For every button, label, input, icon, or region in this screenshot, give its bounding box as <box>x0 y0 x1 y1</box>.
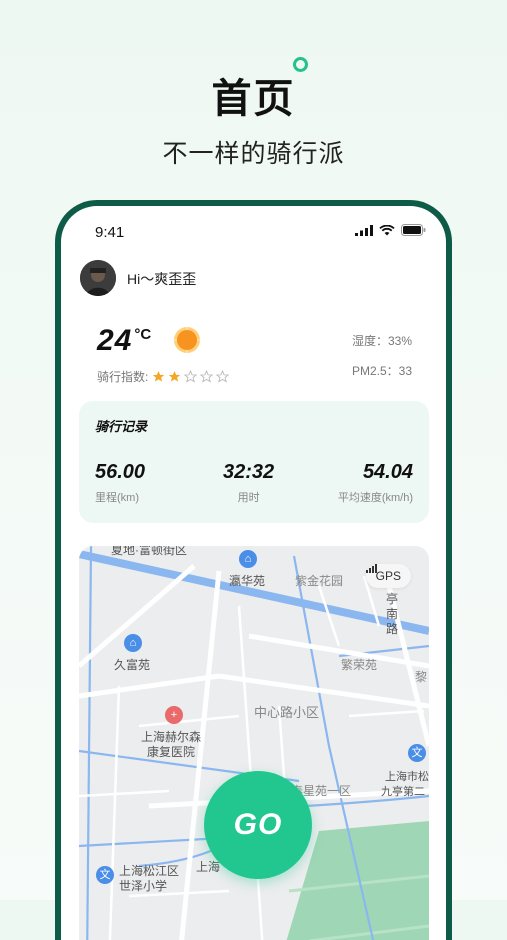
star-empty-icon <box>184 370 198 383</box>
avatar-photo-icon <box>80 260 116 296</box>
go-button[interactable]: GO <box>204 771 312 879</box>
map-label-li: 黎 <box>415 670 428 684</box>
stat-duration: 32:32 用时 <box>223 461 274 505</box>
map-poi-home-icon-2: ⌂ <box>124 634 142 652</box>
stat-distance-label: 里程(km) <box>95 492 139 504</box>
sun-icon <box>174 327 200 353</box>
temperature-value: 24 <box>97 324 133 357</box>
hero-subtitle: 不一样的骑行派 <box>162 140 345 168</box>
map-label-zijinhuayuan: 紫金花园 <box>295 574 344 588</box>
map-label-shanghaishi-2: 九亭第二 <box>381 786 425 798</box>
map-label-top: 夏地·富顿街区 <box>111 546 187 557</box>
map-label-fanrongyuan: 繁荣苑 <box>341 658 378 672</box>
temperature-display: 24 °C <box>97 324 151 358</box>
star-filled-icon <box>153 371 165 382</box>
stat-duration-label: 用时 <box>237 492 260 504</box>
battery-icon <box>401 224 426 236</box>
stat-duration-value: 32:32 <box>223 461 275 483</box>
ride-record-title: 骑行记录 <box>95 419 148 434</box>
map-poi-hospital-icon: + <box>165 706 183 724</box>
stat-avg-speed-value: 54.04 <box>362 461 413 483</box>
stat-avg-speed: 54.04 平均速度(km/h) <box>338 461 413 505</box>
map-poi-school-icon-2: 文 <box>96 866 114 884</box>
status-time: 9:41 <box>95 224 125 241</box>
ride-index-stars <box>152 370 230 383</box>
gps-badge[interactable]: GPS <box>365 564 411 588</box>
star-empty-icon <box>200 370 214 383</box>
avatar[interactable] <box>80 260 116 296</box>
user-greeting: Hi～爽歪歪 <box>127 271 197 287</box>
map-label-zhongxin: 中心路小区 <box>254 705 320 720</box>
map-label-shize: 世泽小学 <box>119 879 168 893</box>
star-filled-icon <box>169 371 181 382</box>
hero-dot-decoration <box>293 57 308 72</box>
status-icons <box>355 224 426 236</box>
ride-index-label: 骑行指数: <box>97 370 149 384</box>
phone-frame: 9:41 Hi～爽歪歪 24 °C 骑行指数: 湿度：33% PM2.5：33 … <box>55 200 452 940</box>
pm25-text: PM2.5：33 <box>351 364 412 378</box>
map-label-jiufuyuan: 久富苑 <box>114 658 151 672</box>
map-label-shanghaishi-1: 上海市松 <box>385 771 429 783</box>
hero-title: 首页 <box>211 77 296 121</box>
map-label-lihuayuan: 瀛华苑 <box>229 574 266 588</box>
stat-avg-speed-label: 平均速度(km/h) <box>337 492 413 504</box>
gps-signal-icon <box>365 564 377 573</box>
cellular-signal-icon <box>355 224 373 236</box>
map-poi-school-icon: 文 <box>408 744 426 762</box>
ride-index: 骑行指数: <box>97 368 230 385</box>
gps-label: GPS <box>375 569 401 583</box>
map-poi-home-icon: ⌂ <box>239 550 257 568</box>
wifi-icon <box>379 224 395 235</box>
humidity-text: 湿度：33% <box>351 334 412 348</box>
map-view[interactable]: 夏地·富顿街区 ⌂ 瀛华苑 紫金花园 亭南路 ⌂ 久富苑 繁荣苑 黎 中心路小区… <box>79 546 429 940</box>
map-label-hospital-2: 康复医院 <box>147 745 196 759</box>
stat-distance-value: 56.00 <box>95 461 146 483</box>
ride-record-card[interactable]: 骑行记录 56.00 里程(km) 32:32 用时 54.04 平均速度(km… <box>79 401 429 523</box>
stat-distance: 56.00 里程(km) <box>95 461 145 505</box>
temperature-unit: °C <box>134 326 152 343</box>
map-label-tingnan: 亭南路 <box>386 592 399 636</box>
star-empty-icon <box>216 370 230 383</box>
